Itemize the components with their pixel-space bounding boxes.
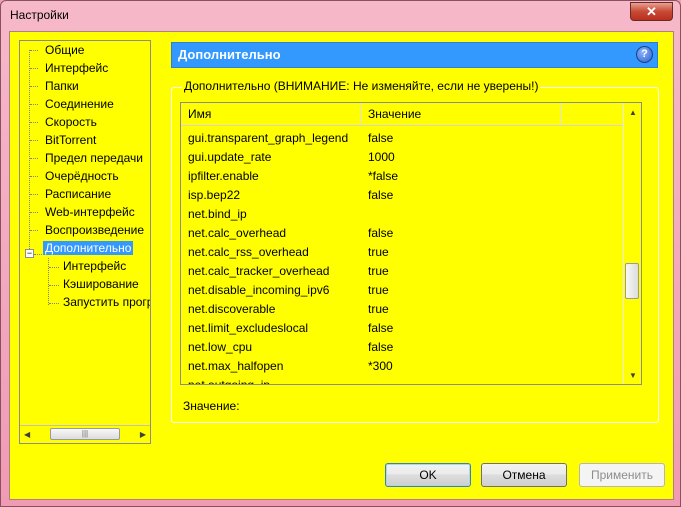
tree-item-ui-extras[interactable]: Интерфейс (61, 258, 128, 275)
list-row[interactable]: net.bind_ip (181, 205, 625, 224)
list-row[interactable]: net.outgoing_ip (181, 376, 625, 384)
scroll-thumb[interactable]: ||| (50, 428, 120, 440)
collapse-icon[interactable]: − (25, 249, 34, 258)
tree-item-folders[interactable]: Папки (43, 78, 81, 95)
list-header: Имя Значение (181, 103, 625, 126)
column-header-name[interactable]: Имя (188, 107, 211, 121)
tree-item-scheduler[interactable]: Расписание (43, 186, 113, 203)
tree-item-advanced[interactable]: Дополнительно (43, 240, 134, 257)
list-row[interactable]: gui.update_rate 1000 (181, 148, 625, 167)
tree-horizontal-scrollbar[interactable]: ◀ ||| ▶ (20, 425, 150, 443)
apply-button[interactable]: Применить (579, 463, 665, 487)
list-vertical-scrollbar[interactable]: ▲ ▼ (623, 103, 641, 384)
column-header-value[interactable]: Значение (368, 107, 421, 121)
scroll-down-icon[interactable]: ▼ (629, 371, 637, 380)
list-row[interactable]: ipfilter.enable *false (181, 167, 625, 186)
close-icon: ✕ (646, 4, 657, 19)
tree-item-connection[interactable]: Соединение (43, 96, 116, 113)
tree-item-transfer-cap[interactable]: Предел передачи (43, 150, 145, 167)
group-title: Дополнительно (ВНИМАНИЕ: Не изменяйте, е… (182, 79, 541, 93)
list-row[interactable]: net.max_halfopen *300 (181, 357, 625, 376)
tree-line (29, 50, 30, 255)
title-bar[interactable]: Настройки ✕ (1, 1, 680, 31)
tree-item-interface[interactable]: Интерфейс (43, 60, 110, 77)
scroll-thumb[interactable] (625, 263, 639, 299)
list-row[interactable]: net.low_cpu false (181, 338, 625, 357)
tree-item-bittorrent[interactable]: BitTorrent (43, 132, 98, 149)
scroll-up-icon[interactable]: ▲ (629, 108, 637, 117)
tree-item-general[interactable]: Общие (43, 42, 86, 59)
tree-item-playback[interactable]: Воспроизведение (43, 222, 146, 239)
cancel-button[interactable]: Отмена (481, 463, 567, 487)
settings-window: Настройки ✕ Общие Интерфейс Папки Соедин… (0, 0, 681, 507)
tree-item-speed[interactable]: Скорость (43, 114, 99, 131)
advanced-settings-list[interactable]: Имя Значение gui.transparent_graph_legen… (180, 102, 642, 385)
section-title: Дополнительно (178, 47, 281, 62)
list-row[interactable]: gui.transparent_graph_legend false (181, 129, 625, 148)
window-title: Настройки (10, 8, 69, 22)
tree-item-web-ui[interactable]: Web-интерфейс (43, 204, 137, 221)
tree-item-run-program[interactable]: Запустить прогр (61, 294, 150, 311)
tree-item-queueing[interactable]: Очерёдность (43, 168, 121, 185)
list-row[interactable]: net.calc_rss_overhead true (181, 243, 625, 262)
value-label: Значение: (183, 399, 240, 413)
section-header: Дополнительно ? (171, 42, 658, 68)
close-button[interactable]: ✕ (630, 2, 673, 21)
list-row[interactable]: net.limit_excludeslocal false (181, 319, 625, 338)
settings-tree: Общие Интерфейс Папки Соединение Скорост… (19, 40, 151, 444)
help-icon[interactable]: ? (636, 46, 653, 63)
list-row[interactable]: net.disable_incoming_ipv6 true (181, 281, 625, 300)
ok-button[interactable]: OK (385, 463, 471, 487)
list-row[interactable]: isp.bep22 false (181, 186, 625, 205)
dialog-client-area: Общие Интерфейс Папки Соединение Скорост… (9, 31, 674, 500)
list-row[interactable]: net.calc_tracker_overhead true (181, 262, 625, 281)
scroll-left-icon[interactable]: ◀ (24, 430, 30, 439)
list-row[interactable]: net.calc_overhead false (181, 224, 625, 243)
tree-item-disk-cache[interactable]: Кэширование (61, 276, 141, 293)
list-row[interactable]: net.discoverable true (181, 300, 625, 319)
scroll-right-icon[interactable]: ▶ (140, 430, 146, 439)
